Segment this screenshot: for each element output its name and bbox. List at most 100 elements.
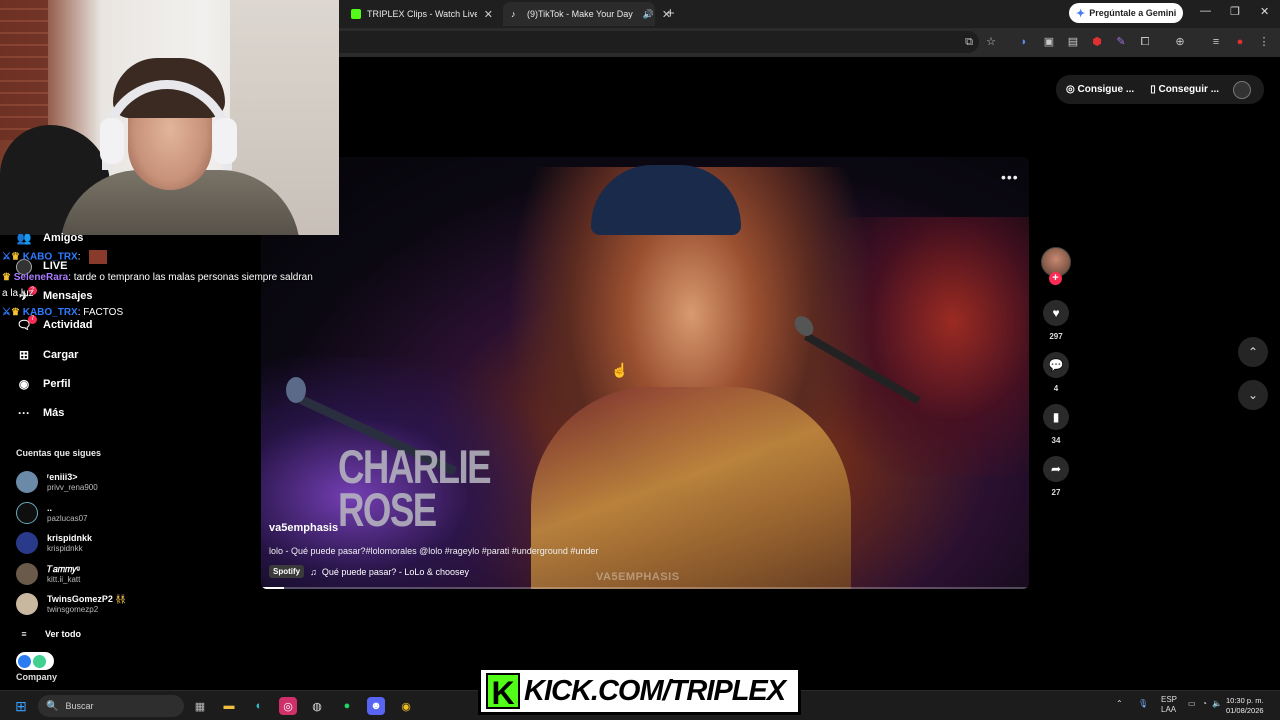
minimize-icon[interactable]: —	[1200, 5, 1211, 17]
extension-icon[interactable]: ✎	[1114, 35, 1128, 49]
extension-icon[interactable]: ◗	[1017, 35, 1031, 49]
following-name: ..	[47, 502, 53, 513]
taskbar-clock[interactable]: 10:30 p. m. 01/08/2026	[1226, 696, 1264, 716]
progress-fill	[261, 587, 285, 589]
spotify-badge[interactable]: Spotify	[269, 565, 305, 578]
address-bar[interactable]	[339, 31, 979, 53]
tray-lang[interactable]: ESP LAA	[1161, 695, 1177, 715]
microphone-icon[interactable]: 🎙	[1138, 699, 1148, 708]
following-handle: privv_rena900	[47, 482, 98, 492]
save-action[interactable]: ▮ 34	[1043, 404, 1069, 445]
following-item[interactable]: TwinsGomezP2 👯 twinsgomezp2	[16, 593, 127, 615]
chat-username: SeleneRara	[13, 272, 69, 283]
browser-toolbar: ⧉ ☆ ◗ ▣ ▤ ⬢ ✎ ⧠ ⊕ ≡ ● ⋮	[339, 28, 1280, 57]
tab-search-icon[interactable]: ≡	[1209, 35, 1223, 49]
chrome-icon[interactable]: ◉	[397, 697, 415, 715]
following-item[interactable]: ʳeniii3> privv_rena900	[16, 471, 98, 493]
video-description: lolo - Qué puede pasar?#lolomorales @lol…	[269, 546, 599, 556]
gemini-label: Pregúntale a Gemini	[1089, 8, 1177, 18]
volume-icon[interactable]: 🔈	[1212, 699, 1222, 708]
comment-icon[interactable]: 💬	[1043, 352, 1069, 378]
store-app-icon[interactable]: ▦	[191, 697, 209, 715]
previous-video-button[interactable]: ⌃	[1238, 337, 1268, 367]
extension-icon[interactable]: ●	[1233, 35, 1247, 49]
file-explorer-icon[interactable]: ▬	[220, 697, 238, 715]
following-item[interactable]: .. pazlucas07	[16, 502, 87, 524]
spotify-icon[interactable]: ●	[338, 697, 356, 715]
get-app-button[interactable]: ▯ Conseguir ...	[1150, 84, 1219, 95]
network-icon[interactable]: ▭	[1188, 699, 1196, 708]
instagram-icon[interactable]: ◎	[279, 697, 297, 715]
bookmark-icon[interactable]: ▮	[1043, 404, 1069, 430]
like-action[interactable]: ♥ 297	[1043, 300, 1069, 341]
extension-icon[interactable]: ⬢	[1090, 35, 1104, 49]
search-icon: 🔍	[46, 700, 59, 712]
company-logo-dot	[33, 654, 46, 668]
avatar	[16, 563, 38, 585]
tab-title: TRIPLEX Clips - Watch Live on K	[367, 9, 477, 19]
video-player[interactable]: CHARLIE ROSE VA5EMPHASIS •••	[261, 157, 1029, 589]
new-tab-icon[interactable]: +	[666, 5, 675, 22]
tray-chevron-icon[interactable]: ⌃	[1116, 699, 1123, 708]
install-app-icon[interactable]: ⧉	[962, 35, 976, 49]
next-video-button[interactable]: ⌄	[1238, 380, 1268, 410]
comment-action[interactable]: 💬 4	[1043, 352, 1069, 393]
chat-message: ♛ SeleneRara: tarde o temprano las malas…	[2, 272, 313, 283]
bookmark-star-icon[interactable]: ☆	[984, 35, 998, 49]
close-tab-icon[interactable]: ✕	[484, 8, 493, 21]
menu-dots-icon[interactable]: ⋮	[1257, 35, 1271, 49]
extension-icon[interactable]: ▣	[1042, 35, 1056, 49]
taskbar-search-input[interactable]: 🔍 Buscar	[38, 695, 184, 717]
share-arrow-icon[interactable]: ➦	[1043, 456, 1069, 482]
ask-gemini-button[interactable]: ✦ Pregúntale a Gemini	[1069, 3, 1184, 23]
list-icon: ≡	[21, 629, 27, 639]
close-window-icon[interactable]: ✕	[1260, 5, 1269, 18]
speaker-icon[interactable]: 🔊	[643, 9, 654, 20]
profile-icon: ◉	[18, 377, 30, 391]
tab-triplex-clips[interactable]: TRIPLEX Clips - Watch Live on K ✕	[343, 2, 501, 26]
extension-icon[interactable]: ▤	[1066, 35, 1080, 49]
chat-text: a la luz	[2, 288, 34, 299]
get-app-label: Conseguir ...	[1158, 84, 1220, 95]
search-placeholder: Buscar	[65, 701, 94, 711]
edge-browser-icon[interactable]: ◐	[250, 697, 268, 715]
nav-more[interactable]: ··· Más	[16, 406, 64, 420]
maximize-icon[interactable]: ❐	[1230, 5, 1240, 18]
video-music[interactable]: Spotify ♫ Qué puede pasar? - LoLo & choo…	[269, 565, 469, 578]
performer-jacket	[531, 387, 851, 589]
following-item[interactable]: krispidnkk krispidnkk	[16, 532, 92, 554]
following-item[interactable]: 𝑇𝑎𝑚𝑚𝑦ᵍ kitt.ii_katt	[16, 563, 80, 585]
chat-message: ⚔♛ KABO_TRX:	[2, 250, 108, 264]
sword-badge-icon: ⚔	[2, 251, 11, 263]
account-avatar[interactable]	[1233, 81, 1251, 99]
nav-label: Cargar	[43, 349, 79, 361]
profile-icon[interactable]: ⊕	[1173, 35, 1187, 49]
discord-icon[interactable]: ☻	[367, 697, 385, 715]
video-author[interactable]: va5emphasis	[269, 522, 338, 534]
video-progress-bar[interactable]	[261, 587, 1029, 589]
following-name: TwinsGomezP2 👯	[47, 593, 127, 604]
follow-plus-icon[interactable]: +	[1049, 272, 1062, 285]
extensions-puzzle-icon[interactable]: ⧠	[1138, 35, 1152, 49]
heart-icon[interactable]: ♥	[1043, 300, 1069, 326]
nav-friends[interactable]: 👥 Amigos	[16, 231, 84, 245]
following-name: ʳeniii3>	[47, 471, 78, 482]
company-link[interactable]: Company	[16, 672, 57, 682]
tab-tiktok[interactable]: ♪ (9)TikTok - Make Your Day 🔊 ✕	[503, 2, 671, 26]
wifi-icon[interactable]: ◔	[1202, 699, 1207, 708]
share-action[interactable]: ➦ 27	[1043, 456, 1069, 497]
following-name: 𝑇𝑎𝑚𝑚𝑦ᵍ	[47, 563, 80, 574]
windows-start-icon[interactable]: ⊞	[12, 697, 30, 715]
get-coins-button[interactable]: ◎ Consigue ...	[1066, 84, 1134, 95]
obs-app-icon[interactable]: ◍	[308, 697, 326, 715]
nav-upload[interactable]: ⊞ Cargar	[16, 348, 79, 362]
avatar	[16, 593, 38, 615]
nav-label: Amigos	[43, 232, 84, 244]
like-count: 297	[1049, 332, 1063, 341]
share-count: 27	[1051, 488, 1061, 497]
nav-profile[interactable]: ◉ Perfil	[16, 377, 71, 391]
music-title: Qué puede pasar? - LoLo & choosey	[321, 566, 469, 577]
lang-code: ESP	[1161, 695, 1178, 704]
see-all-button[interactable]: ≡ Ver todo	[16, 629, 81, 639]
video-more-icon[interactable]: •••	[1001, 169, 1019, 185]
